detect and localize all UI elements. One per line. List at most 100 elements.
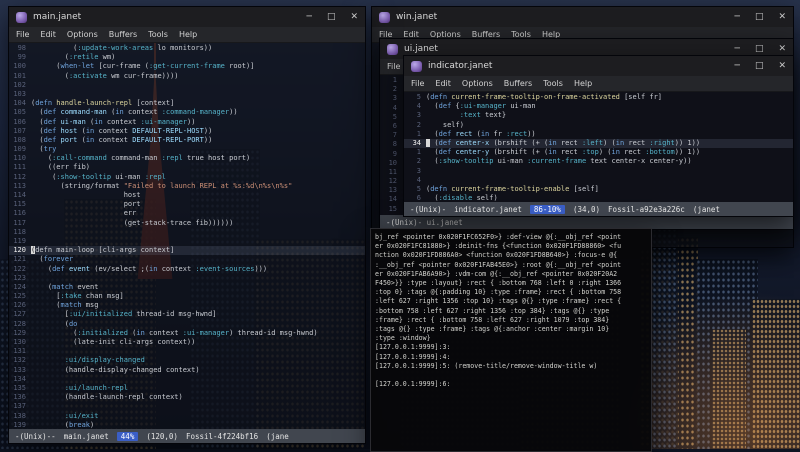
code-line: 99 (:retile wm) [9, 53, 365, 62]
line-number: 111 [13, 163, 26, 172]
code-line: 111 ((err fib) [9, 163, 365, 172]
code-line: 136 (handle-launch-repl context) [9, 393, 365, 402]
line-number: 102 [13, 80, 26, 89]
maximize-icon[interactable]: □ [755, 61, 764, 71]
menu-item-edit[interactable]: Edit [435, 79, 451, 88]
line-number: 5 [392, 112, 397, 121]
menu-item-buffers[interactable]: Buffers [109, 30, 137, 39]
terminal-line: [127.0.0.1:9999]:3: [375, 343, 451, 352]
menu-item-options[interactable]: Options [67, 30, 98, 39]
code-line: 116 err [9, 209, 365, 218]
menu-item-file[interactable]: File [16, 30, 29, 39]
close-icon[interactable]: ✕ [350, 12, 358, 22]
mode-line: -(Unix)- indicator.janet 86-10% (34,0) F… [404, 202, 793, 216]
code-line: 103 [9, 90, 365, 99]
maximize-icon[interactable]: □ [755, 44, 764, 54]
terminal-line: [127.0.0.1:9999]:6: [375, 380, 451, 389]
line-number: 117 [13, 218, 26, 227]
terminal-line: :tags @{} :type :frame} :tags @{:anchor … [375, 325, 610, 334]
terminal-line: :bottom 758 :left 627 :right 1356 :top 3… [375, 306, 610, 315]
code-line: 130 (late-init cli-args context)) [9, 338, 365, 347]
terminal-line: er 0x020F1FAB6A90>} :vdm-com @{:__obj_re… [375, 269, 618, 278]
terminal-line: :top 0} :tags @{:padding 10} :type :fram… [375, 288, 622, 297]
line-number: 12 [388, 177, 397, 186]
line-number: 101 [13, 71, 26, 80]
menu-item-help[interactable]: Help [179, 30, 197, 39]
emacs-icon [16, 11, 27, 23]
line-number: 139 [13, 420, 26, 429]
line-number: 118 [13, 227, 26, 236]
minimize-icon[interactable]: ─ [735, 61, 740, 71]
maximize-icon[interactable]: □ [327, 12, 336, 22]
window-indicator-janet[interactable]: indicator.janet ─ □ ✕ File Edit Options Buf… [403, 55, 794, 217]
line-number: 130 [13, 338, 26, 346]
line-number: 4 [416, 102, 421, 111]
editor-area[interactable]: 5 (defn current-frame-tooltip-on-frame-ac… [404, 92, 793, 202]
modeline-coords: (34,0) [572, 204, 601, 214]
titlebar[interactable]: main.janet ─ □ ✕ [9, 7, 365, 27]
line-number: 8 [392, 140, 397, 149]
code-line: 120 (defn main-loop [cli-args context] [9, 246, 365, 256]
modeline-mode: (jane [266, 431, 289, 441]
menu-item-tools[interactable]: Tools [148, 30, 168, 39]
close-icon[interactable]: ✕ [778, 44, 786, 54]
terminal-line: [127.0.0.1:9999]:5: (remove-title/remove… [375, 361, 598, 370]
minimize-icon[interactable]: ─ [307, 12, 312, 22]
code-line: 108 (def port (in context DEFAULT-REPL-P… [9, 136, 365, 145]
code-line: 2 (:show-tooltip ui-man :current-frame t… [404, 157, 793, 166]
line-number: 34 [412, 138, 421, 147]
code-line: 132 :ui/display-changed [9, 356, 365, 365]
line-number: 109 [13, 145, 26, 154]
repl-output-window[interactable]: bj_ref <pointer 0x020F1FC652F0>} :def-vi… [370, 228, 652, 452]
line-number: 107 [13, 126, 26, 135]
code-line: 4 (def {:ui-manager ui-man [404, 102, 793, 111]
terminal-line: er 0x020F1FC81880>} :deinit-fns {<functi… [375, 242, 622, 251]
line-number: 126 [13, 301, 26, 310]
code-line: 107 (def host (in context DEFAULT-REPL-H… [9, 127, 365, 136]
code-line: 98 (:update-work-areas lo monitors)) [9, 44, 365, 53]
menu-item-tools[interactable]: Tools [543, 79, 563, 88]
line-number: 1 [416, 148, 421, 157]
line-number: 2 [416, 120, 421, 129]
terminal-line: :left 627 :right 1356 :top 10} :tags @{}… [375, 297, 622, 306]
menu-item-help[interactable]: Help [574, 79, 592, 88]
editor-area[interactable]: 98 (:update-work-areas lo monitors)) 99 (… [9, 43, 365, 429]
menu-bar[interactable]: File Edit Options Buffers Tools Help [9, 27, 365, 43]
menu-item-file[interactable]: File [387, 62, 400, 71]
code-line: 112 (:show-tooltip ui-man :repl [9, 173, 365, 182]
menu-item-file[interactable]: File [411, 79, 424, 88]
terminal-line: F450>}} :type :layout} :rect { :bottom 7… [375, 279, 622, 288]
titlebar[interactable]: indicator.janet ─ □ ✕ [404, 56, 793, 76]
menu-item-buffers[interactable]: Buffers [504, 79, 532, 88]
code-line: 110 (:call-command command-man :repl tru… [9, 154, 365, 163]
terminal-line: [127.0.0.1:9999]:4: [375, 352, 451, 361]
code-line: 104 (defn handle-launch-repl [context] [9, 99, 365, 108]
line-number: 1 [416, 129, 421, 138]
titlebar[interactable]: win.janet ─ □ ✕ [372, 7, 793, 27]
menu-bar[interactable]: File Edit Options Buffers Tools Help [404, 76, 793, 92]
code-line: 137 [9, 402, 365, 411]
code-line: 4 [404, 176, 793, 185]
menu-item-options[interactable]: Options [462, 79, 493, 88]
modeline-vcs: Fossil-a92e3a226c [608, 204, 685, 214]
line-number: 3 [416, 111, 421, 120]
code-line: 124 (match event [9, 283, 365, 292]
code-line: 134 [9, 375, 365, 384]
code-line: 133 (handle-display-changed context) [9, 366, 365, 375]
line-number: 131 [13, 347, 26, 356]
minimize-icon[interactable]: ─ [735, 12, 740, 22]
window-main-janet[interactable]: main.janet ─ □ ✕ File Edit Options Buffers T… [8, 6, 366, 444]
line-number: 120 [13, 246, 26, 255]
maximize-icon[interactable]: □ [755, 12, 764, 22]
code-line: 138 :ui/exit [9, 412, 365, 421]
line-number: 5 [416, 93, 421, 101]
line-number: 125 [13, 292, 26, 301]
line-number: 128 [13, 319, 26, 328]
close-icon[interactable]: ✕ [778, 61, 786, 71]
menu-item-edit[interactable]: Edit [40, 30, 56, 39]
code-line: 106 (def ui-man (in context :ui-manager)… [9, 118, 365, 127]
minimize-icon[interactable]: ─ [735, 44, 740, 54]
mode-line: -(Unix)- ui.janet [380, 215, 793, 229]
close-icon[interactable]: ✕ [778, 12, 786, 22]
